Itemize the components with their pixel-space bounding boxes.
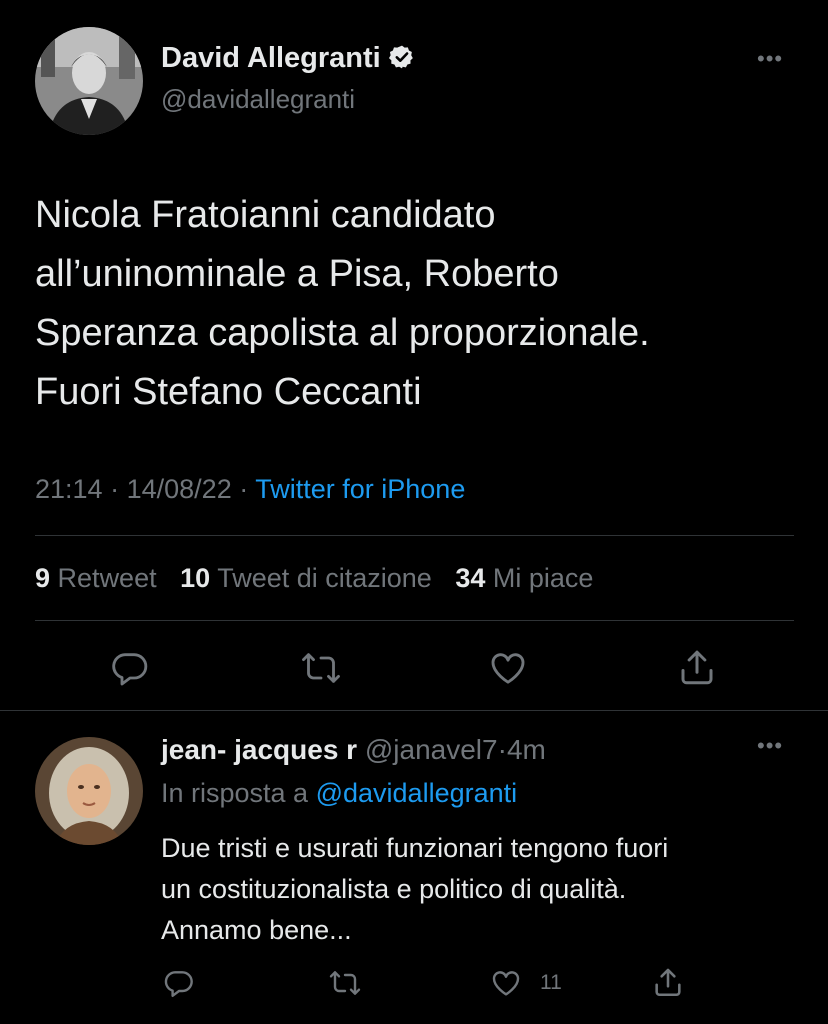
tweet-stats: 9 Retweet 10 Tweet di citazione 34 Mi pi… — [35, 563, 593, 594]
meta-separator: · — [239, 474, 249, 504]
tweet-meta: 21:14 · 14/08/22 · Twitter for iPhone — [35, 474, 465, 505]
tweet-text-line: Nicola Fratoianni candidato — [35, 194, 496, 236]
reply-author-avatar[interactable] — [35, 737, 143, 845]
tweet-source-link[interactable]: Twitter for iPhone — [255, 474, 465, 504]
reply-share-icon[interactable] — [651, 965, 685, 999]
reply-author-name[interactable]: jean- jacques r — [161, 734, 357, 765]
author-name[interactable]: David Allegranti — [161, 42, 415, 75]
reply-text-line: un costituzionalista e politico di quali… — [161, 874, 627, 904]
likes-stat[interactable]: 34 Mi piace — [455, 563, 593, 593]
reply-text-line: Annamo bene... — [161, 915, 352, 945]
divider — [35, 535, 794, 536]
reply-like-icon[interactable] — [490, 967, 522, 999]
divider — [0, 710, 828, 711]
meta-separator: · — [110, 474, 120, 504]
reply-like-count: 11 — [540, 971, 562, 994]
reply-retweet-icon[interactable] — [328, 967, 362, 999]
tweet-text-line: Speranza capolista al proporzionale. — [35, 312, 650, 354]
tweet-date: 14/08/22 — [126, 474, 232, 504]
reply-author-handle[interactable]: @janavel7 — [365, 734, 498, 765]
replying-to: In risposta a @davidallegranti — [161, 778, 518, 808]
reply-reply-icon[interactable] — [163, 967, 195, 999]
like-icon[interactable] — [488, 648, 528, 688]
replying-to-handle-link[interactable]: @davidallegranti — [316, 778, 518, 808]
tweet-text-line: Fuori Stefano Ceccanti — [35, 371, 422, 413]
tweet-time: 21:14 — [35, 474, 103, 504]
reply-text-line: Due tristi e usurati funzionari tengono … — [161, 833, 669, 863]
divider — [35, 620, 794, 621]
retweet-icon[interactable] — [300, 648, 342, 688]
quotes-stat[interactable]: 10 Tweet di citazione — [180, 563, 432, 593]
verified-badge-icon — [388, 44, 415, 70]
reply-time: 4m — [506, 734, 546, 765]
reply-more-options-icon[interactable]: ••• — [757, 733, 783, 759]
author-avatar[interactable] — [35, 27, 143, 135]
reply-text: Due tristi e usurati funzionari tengono … — [161, 828, 668, 951]
retweets-stat[interactable]: 9 Retweet — [35, 563, 157, 593]
tweet-text: Nicola Fratoianni candidato all’uninomin… — [35, 186, 795, 422]
tweet-text-line: all’uninominale a Pisa, Roberto — [35, 253, 559, 295]
more-options-icon[interactable]: ••• — [757, 46, 783, 72]
meta-separator: · — [497, 734, 507, 765]
author-handle[interactable]: @davidallegranti — [161, 84, 355, 115]
reply-icon[interactable] — [110, 648, 150, 688]
share-icon[interactable] — [676, 646, 718, 688]
reply-header: jean- jacques r @janavel7·4m — [161, 734, 546, 766]
